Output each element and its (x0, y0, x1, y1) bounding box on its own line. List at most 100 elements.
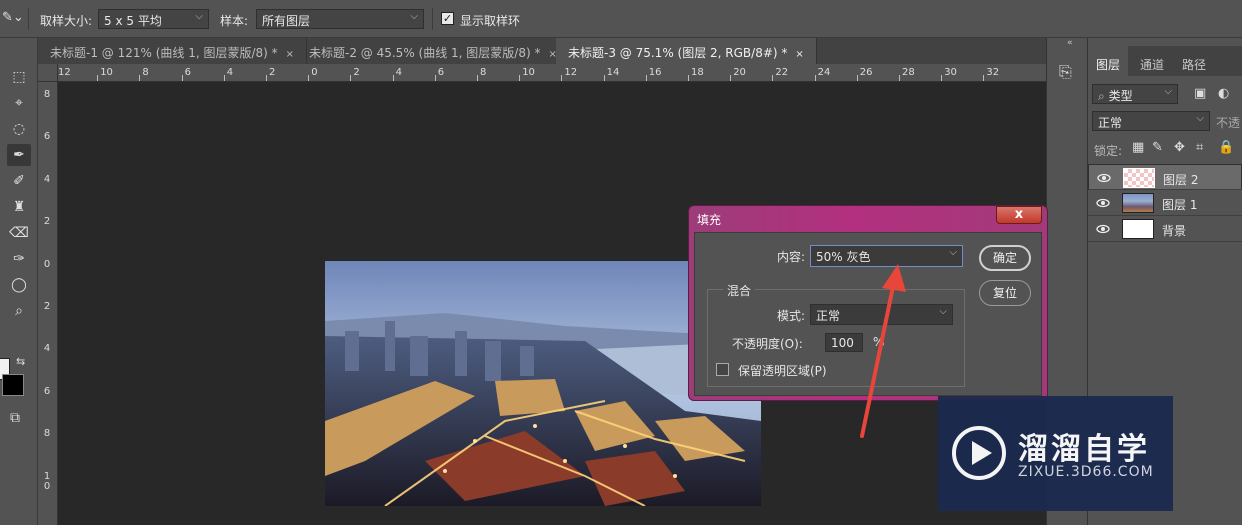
chevron-down-icon: ⌵ (949, 247, 957, 258)
dialog-close-button[interactable]: x (996, 206, 1042, 224)
adjustment-filter-icon[interactable]: ◐ (1218, 86, 1229, 101)
tab-paths[interactable]: 路径 (1174, 46, 1214, 76)
collapse-panel-icon[interactable]: « (1067, 38, 1073, 48)
ruler-tick-label: 30 (944, 67, 957, 78)
ruler-tick-label: 8 (43, 89, 51, 100)
marquee-tool-icon[interactable]: ⬚ (7, 66, 31, 88)
quick-select-tool-icon[interactable]: ⌖ (7, 92, 31, 114)
close-icon[interactable]: × (795, 49, 803, 60)
ruler-tick-label: 32 (986, 67, 1000, 78)
show-ring-checkbox[interactable]: ✓ (441, 12, 454, 25)
lock-transparent-icon[interactable]: ▦ (1132, 140, 1144, 155)
watermark-url: ZIXUE.3D66.COM (1018, 464, 1154, 480)
divider (432, 8, 433, 30)
ruler-tick-mark (645, 75, 647, 81)
tab-document-2[interactable]: 未标题-2 @ 45.5% (曲线 1, 图层蒙版/8) * × (297, 38, 570, 64)
sample-select[interactable]: 所有图层 ⌵ (256, 9, 424, 29)
eraser-tool-icon[interactable]: ⌫ (7, 222, 31, 244)
tab-layers[interactable]: 图层 (1088, 46, 1129, 76)
search-icon: ⌕ (1098, 89, 1105, 103)
tab-paths-label: 路径 (1182, 58, 1207, 72)
layer-row-background[interactable]: 背景 (1088, 216, 1242, 242)
brush-tool-icon[interactable]: ✐ (7, 170, 31, 192)
ruler-tick-label: 26 (859, 67, 873, 78)
ruler-tick-mark (139, 75, 141, 81)
ruler-tick-label: 18 (691, 67, 704, 78)
layer-row-1[interactable]: 图层 1 (1088, 190, 1242, 216)
ruler-tick-label: 4 (226, 67, 234, 78)
blend-mode-value: 正常 (1098, 116, 1123, 130)
sample-size-select[interactable]: 5 x 5 平均 ⌵ (98, 9, 209, 29)
ruler-tick-mark (97, 75, 99, 81)
blend-mode-select[interactable]: 正常 ⌵ (1092, 111, 1210, 131)
pen-tool-icon[interactable]: ✑ (7, 248, 31, 270)
visibility-eye-icon[interactable] (1096, 222, 1110, 236)
ruler-tick-label: 4 (43, 343, 51, 355)
ruler-tick-label: 6 (43, 131, 51, 143)
ruler-tick-mark (814, 75, 816, 81)
ruler-tick-label: 24 (817, 67, 831, 78)
layer-row-2[interactable]: 图层 2 (1088, 164, 1242, 190)
tab-label: 未标题-1 @ 121% (曲线 1, 图层蒙版/8) * (50, 46, 278, 60)
sample-value: 所有图层 (262, 14, 311, 28)
filter-label: 类型 (1108, 89, 1133, 103)
ruler-tick-mark (899, 75, 900, 81)
ruler-tick-label: 2 (43, 301, 51, 312)
ruler-tick-label: 6 (184, 67, 191, 78)
history-panel-icon[interactable]: ⎘ (1059, 62, 1072, 82)
ok-button[interactable]: 确定 (979, 245, 1031, 271)
ruler-tick-mark (688, 75, 689, 81)
tab-document-1[interactable]: 未标题-1 @ 121% (曲线 1, 图层蒙版/8) * × (38, 38, 308, 64)
tab-document-3[interactable]: 未标题-3 @ 75.1% (图层 2, RGB/8#) * × (556, 38, 817, 64)
lock-label: 锁定: (1094, 144, 1123, 158)
layer-name: 图层 2 (1163, 173, 1199, 187)
tab-channels[interactable]: 通道 (1132, 46, 1172, 76)
screen-mode-icon[interactable]: ⧉ (10, 410, 20, 426)
chevron-down-icon: ⌵ (1164, 86, 1172, 97)
close-icon[interactable]: × (286, 49, 294, 60)
ruler-tick-label: 16 (648, 67, 662, 78)
lock-all-icon[interactable]: 🔒 (1218, 140, 1234, 155)
swap-colors-icon[interactable]: ⇆ (16, 355, 25, 368)
zoom-tool-icon[interactable]: ⌕ (7, 300, 31, 322)
lock-position-icon[interactable]: ✥ (1174, 140, 1185, 155)
eyedropper-tool-icon[interactable]: ✒ (7, 144, 31, 166)
ruler-tick-label: 0 (43, 258, 51, 270)
preserve-transparency-checkbox[interactable] (716, 363, 729, 376)
ruler-tick-mark (434, 75, 436, 81)
layer-thumbnail (1123, 168, 1155, 188)
visibility-eye-icon[interactable] (1096, 196, 1110, 210)
ellipse-tool-icon[interactable]: ◯ (7, 274, 31, 296)
ruler-tick-label: 4 (43, 173, 51, 185)
chevron-down-icon: ⌵ (195, 11, 203, 22)
horizontal-ruler: 12 10 8 6 4 2 0 2 4 6 8 10 12 14 16 18 20 22 24 26 28 30 32 (58, 64, 1046, 82)
ruler-tick-label: 14 (606, 67, 620, 78)
lock-pixels-icon[interactable]: ✎ (1152, 140, 1163, 155)
lock-artboard-icon[interactable]: ⌗ (1196, 140, 1203, 155)
ruler-tick-label: 8 (43, 428, 51, 440)
ruler-tick-label: 22 (775, 67, 789, 78)
ruler-tick-mark (266, 75, 267, 81)
annotation-arrow (860, 264, 906, 438)
ruler-tick-mark (223, 75, 225, 81)
ruler-tick-label: 10 (522, 67, 535, 78)
image-filter-icon[interactable]: ▣ (1194, 86, 1206, 101)
dialog-title: 填充 (697, 213, 722, 227)
visibility-eye-icon[interactable] (1097, 171, 1111, 185)
eyedropper-preset-icon[interactable]: ✎⌄ (2, 10, 24, 25)
ruler-corner (38, 64, 58, 82)
sample-label: 样本: (220, 14, 249, 28)
background-color-swatch[interactable] (2, 374, 24, 396)
ruler-tick-mark (983, 75, 985, 81)
chevron-down-icon: ⌵ (410, 11, 418, 22)
stamp-tool-icon[interactable]: ♜ (7, 196, 31, 218)
reset-label: 复位 (992, 286, 1017, 300)
lasso-tool-icon[interactable]: ◌ (7, 118, 31, 140)
reset-button[interactable]: 复位 (979, 280, 1031, 306)
layer-filter-select[interactable]: ⌕ 类型 ⌵ (1092, 84, 1178, 104)
ruler-tick-label: 2 (353, 67, 360, 78)
ruler-tick-mark (181, 75, 183, 81)
ruler-tick-label: 12 (564, 67, 578, 78)
ruler-tick-mark (350, 75, 352, 81)
chevron-down-icon: ⌵ (939, 306, 947, 317)
